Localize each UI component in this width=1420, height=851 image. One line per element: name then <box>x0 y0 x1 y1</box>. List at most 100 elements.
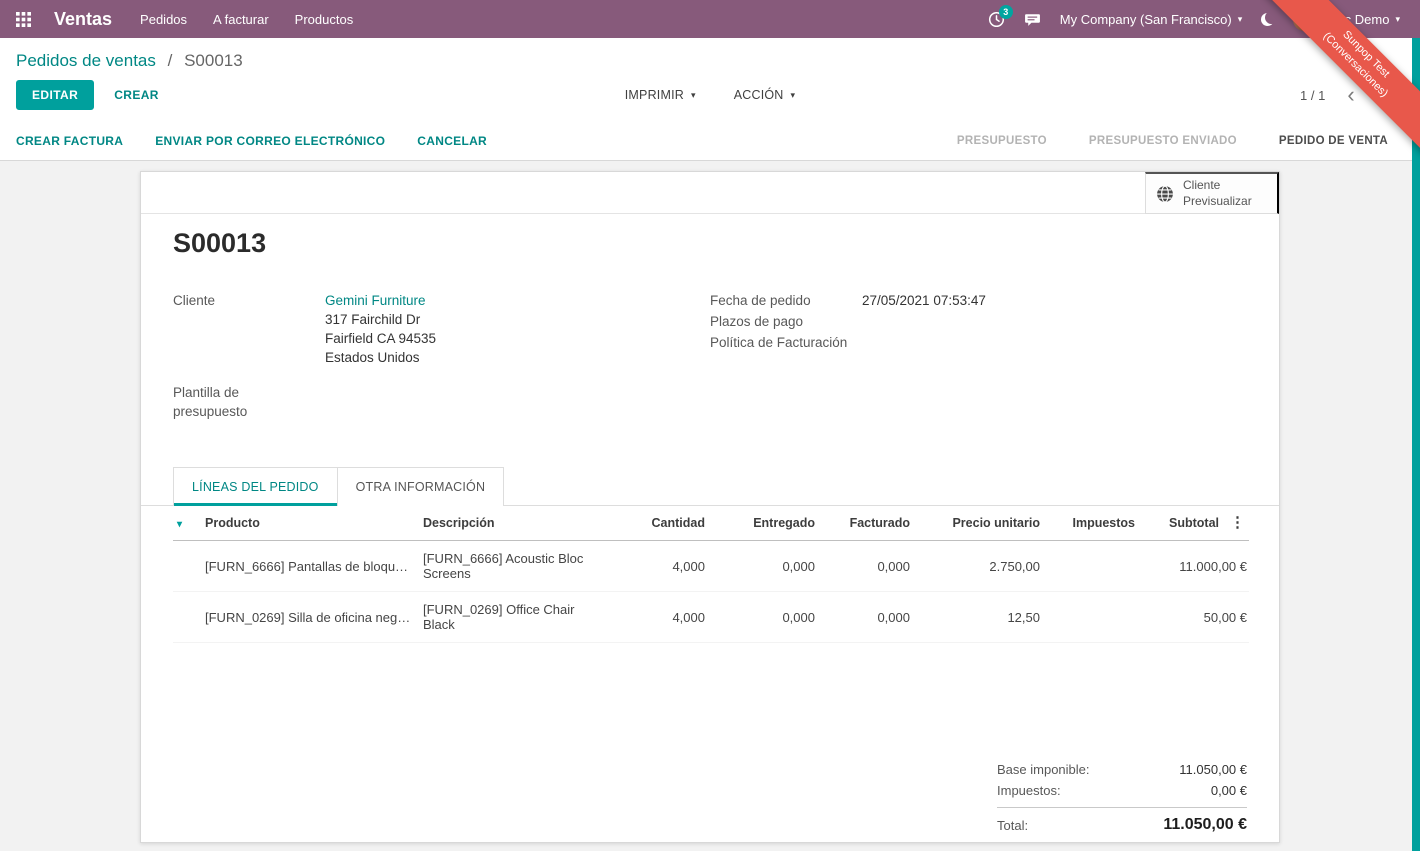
menu-a-facturar[interactable]: A facturar <box>213 12 269 27</box>
preview-button-label: Cliente Previsualizar <box>1183 178 1252 209</box>
user-name: Marc Demo <box>1322 12 1389 27</box>
cancel-button[interactable]: CANCELAR <box>417 134 487 148</box>
pager-value: 1 / 1 <box>1300 88 1325 103</box>
statusbar: CREAR FACTURA ENVIAR POR CORREO ELECTRÓN… <box>0 121 1420 161</box>
activity-count-badge: 3 <box>999 5 1013 19</box>
col-producto[interactable]: Producto <box>201 506 419 541</box>
cell-delivered[interactable]: 0,000 <box>709 592 819 643</box>
create-invoice-button[interactable]: CREAR FACTURA <box>16 134 123 148</box>
cell-delivered[interactable]: 0,000 <box>709 541 819 592</box>
action-menu-label: ACCIÓN <box>734 88 784 102</box>
state-pedido-de-venta[interactable]: PEDIDO DE VENTA <box>1279 135 1388 147</box>
cell-subtotal[interactable]: 50,00 € <box>1139 592 1249 643</box>
tab-bar: LÍNEAS DEL PEDIDO OTRA INFORMACIÓN <box>141 467 1279 506</box>
col-impuestos[interactable]: Impuestos <box>1044 506 1139 541</box>
customer-address-line1: 317 Fairchild Dr <box>325 312 420 327</box>
expand-chevron-icon[interactable]: ▾ <box>177 519 182 530</box>
tab-other-info[interactable]: OTRA INFORMACIÓN <box>338 467 505 506</box>
cell-taxes[interactable] <box>1044 592 1139 643</box>
chevron-down-icon: ▾ <box>691 91 696 100</box>
form-view: Cliente Previsualizar S00013 Cliente Gem… <box>0 171 1420 851</box>
company-switcher[interactable]: My Company (San Francisco) ▾ <box>1060 12 1242 27</box>
untaxed-amount-label: Base imponible: <box>997 762 1090 777</box>
cell-taxes[interactable] <box>1044 541 1139 592</box>
customer-address-line2: Fairfield CA 94535 <box>325 331 436 346</box>
payment-terms-label: Plazos de pago <box>710 312 862 331</box>
cell-product[interactable]: [FURN_6666] Pantallas de bloqu… <box>201 541 419 592</box>
menu-productos[interactable]: Productos <box>295 12 354 27</box>
chat-icon <box>1024 11 1041 28</box>
state-presupuesto[interactable]: PRESUPUESTO <box>957 135 1047 147</box>
create-button[interactable]: CREAR <box>114 88 159 102</box>
action-menu[interactable]: ACCIÓN ▾ <box>734 88 796 102</box>
customer-address-line3: Estados Unidos <box>325 350 420 365</box>
invoicing-policy-label: Política de Facturación <box>710 333 862 352</box>
moon-icon <box>1261 13 1274 26</box>
cell-qty[interactable]: 4,000 <box>604 541 709 592</box>
chevron-down-icon: ▾ <box>1238 15 1243 24</box>
cell-unit-price[interactable]: 12,50 <box>914 592 1044 643</box>
cell-description[interactable]: [FURN_0269] Office Chair Black <box>419 592 604 643</box>
messages-button[interactable] <box>1024 11 1041 28</box>
cell-invoiced[interactable]: 0,000 <box>819 592 914 643</box>
cell-product[interactable]: [FURN_0269] Silla de oficina neg… <box>201 592 419 643</box>
action-menus: IMPRIMIR ▾ ACCIÓN ▾ <box>625 88 796 102</box>
pager: 1 / 1 ‹ › <box>1300 84 1404 106</box>
customer-label: Cliente <box>173 291 325 367</box>
breadcrumb-current: S00013 <box>184 51 243 70</box>
cell-qty[interactable]: 4,000 <box>604 592 709 643</box>
order-lines-table: ⋮ ▾ Producto Descripción Cantidad <box>141 506 1279 837</box>
cell-subtotal[interactable]: 11.000,00 € <box>1139 541 1249 592</box>
app-name[interactable]: Ventas <box>54 9 112 30</box>
customer-value: Gemini Furniture 317 Fairchild Dr Fairfi… <box>325 291 436 367</box>
col-facturado[interactable]: Facturado <box>819 506 914 541</box>
order-line-row[interactable]: [FURN_6666] Pantallas de bloqu… [FURN_66… <box>173 541 1249 592</box>
table-header-row: ▾ Producto Descripción Cantidad Entregad… <box>173 506 1249 541</box>
totals-block: Base imponible: 11.050,00 € Impuestos: 0… <box>997 759 1247 837</box>
button-box: Cliente Previsualizar <box>141 172 1279 214</box>
company-name: My Company (San Francisco) <box>1060 12 1232 27</box>
order-line-row[interactable]: [FURN_0269] Silla de oficina neg… [FURN_… <box>173 592 1249 643</box>
col-entregado[interactable]: Entregado <box>709 506 819 541</box>
col-precio-unitario[interactable]: Precio unitario <box>914 506 1044 541</box>
cell-description[interactable]: [FURN_6666] Acoustic Bloc Screens <box>419 541 604 592</box>
total-label: Total: <box>997 818 1028 833</box>
breadcrumb-parent[interactable]: Pedidos de ventas <box>16 51 156 70</box>
tab-order-lines[interactable]: LÍNEAS DEL PEDIDO <box>173 467 338 506</box>
total-value: 11.050,00 € <box>1163 816 1247 834</box>
customer-link[interactable]: Gemini Furniture <box>325 293 426 308</box>
notebook: LÍNEAS DEL PEDIDO OTRA INFORMACIÓN ⋮ ▾ <box>141 467 1279 837</box>
pager-previous-button[interactable]: ‹ <box>1337 84 1364 106</box>
activities-button[interactable]: 3 <box>988 11 1005 28</box>
send-by-email-button[interactable]: ENVIAR POR CORREO ELECTRÓNICO <box>155 134 385 148</box>
user-menu[interactable]: Marc Demo ▾ <box>1293 8 1400 31</box>
state-presupuesto-enviado[interactable]: PRESUPUESTO ENVIADO <box>1089 135 1237 147</box>
edit-button[interactable]: EDITAR <box>16 80 94 110</box>
top-navbar: Ventas Pedidos A facturar Productos 3 My… <box>0 0 1420 38</box>
cell-unit-price[interactable]: 2.750,00 <box>914 541 1044 592</box>
untaxed-amount-value: 11.050,00 € <box>1179 762 1247 777</box>
field-column-left: Cliente Gemini Furniture 317 Fairchild D… <box>173 291 710 423</box>
col-cantidad[interactable]: Cantidad <box>604 506 709 541</box>
scrollbar[interactable] <box>1412 38 1420 851</box>
control-panel: EDITAR CREAR IMPRIMIR ▾ ACCIÓN ▾ 1 / 1 ‹… <box>0 73 1420 121</box>
optional-columns-button[interactable]: ⋮ <box>1230 513 1245 531</box>
taxes-label: Impuestos: <box>997 783 1061 798</box>
statusbar-states: PRESUPUESTO PRESUPUESTO ENVIADO PEDIDO D… <box>957 135 1404 147</box>
statusbar-buttons: CREAR FACTURA ENVIAR POR CORREO ELECTRÓN… <box>16 134 487 148</box>
breadcrumb: Pedidos de ventas / S00013 <box>0 38 1420 73</box>
order-date-value: 27/05/2021 07:53:47 <box>862 291 986 310</box>
dark-mode-toggle[interactable] <box>1261 13 1274 26</box>
sheet: Cliente Previsualizar S00013 Cliente Gem… <box>140 171 1280 843</box>
pager-next-button[interactable]: › <box>1367 84 1394 106</box>
globe-icon <box>1156 185 1174 203</box>
menu-pedidos[interactable]: Pedidos <box>140 12 187 27</box>
customer-preview-button[interactable]: Cliente Previsualizar <box>1145 172 1279 214</box>
print-menu[interactable]: IMPRIMIR ▾ <box>625 88 696 102</box>
breadcrumb-separator: / <box>168 51 173 70</box>
chevron-down-icon: ▾ <box>1395 15 1400 24</box>
apps-grid-icon <box>16 12 31 27</box>
col-descripcion[interactable]: Descripción <box>419 506 604 541</box>
cell-invoiced[interactable]: 0,000 <box>819 541 914 592</box>
apps-menu-button[interactable] <box>0 0 46 38</box>
